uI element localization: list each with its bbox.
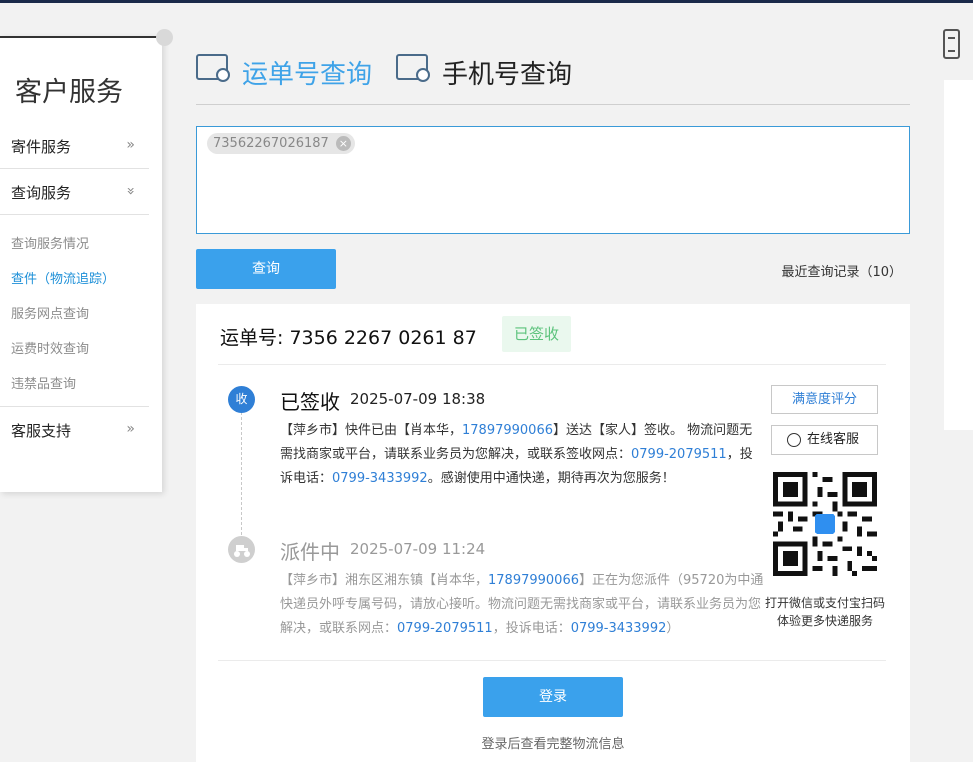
sidebar-item-cs-support[interactable]: 客服支持 »	[0, 406, 149, 452]
qr-caption-line: 体验更多快递服务	[776, 614, 873, 628]
outlet-phone-link[interactable]: 0799-2079511	[631, 447, 727, 462]
timeline-dot-signed: 收	[228, 386, 255, 413]
sidebar-sub-query-status[interactable]: 查询服务情况	[11, 233, 89, 252]
outlet-phone-link[interactable]: 0799-2079511	[397, 621, 493, 636]
courier-phone-link[interactable]: 17897990066	[462, 423, 553, 438]
waybill-input-area[interactable]: 73562267026187 ×	[196, 126, 910, 234]
sidebar-sub-track-package[interactable]: 查件（物流追踪）	[11, 268, 115, 287]
card-divider	[218, 660, 886, 661]
chevron-right-icon: »	[126, 137, 135, 153]
sidebar-title: 客户服务	[15, 77, 123, 108]
waybill-label: 运单号:	[220, 327, 284, 349]
event-title: 派件中	[280, 540, 340, 564]
waybill-chip: 73562267026187 ×	[207, 133, 355, 154]
event-title: 已签收	[280, 390, 340, 414]
sidebar-collapse-handle[interactable]	[156, 29, 173, 46]
courier-phone-link[interactable]: 17897990066	[488, 573, 579, 588]
complaint-phone-link[interactable]: 0799-3433992	[332, 471, 428, 486]
sidebar-sub-prohibited-query[interactable]: 违禁品查询	[11, 373, 76, 392]
top-accent-bar	[0, 0, 973, 3]
event-time: 2025-07-09 11:24	[350, 540, 486, 558]
satisfaction-rating-button[interactable]: 满意度评分	[771, 385, 878, 414]
sidebar-item-label: 寄件服务	[11, 138, 72, 156]
sidebar-sub-fee-time-query[interactable]: 运费时效查询	[11, 338, 89, 357]
tab-label: 手机号查询	[442, 60, 573, 90]
remove-chip-icon[interactable]: ×	[335, 136, 351, 151]
online-service-label: 在线客服	[807, 432, 860, 447]
right-side-panel	[944, 80, 973, 430]
qr-code-icon	[773, 472, 877, 576]
status-badge: 已签收	[502, 316, 571, 352]
package-search-icon	[196, 54, 230, 82]
desc-text: 【萍乡市】湘东区湘东镇【肖本华，	[280, 573, 489, 588]
login-note: 登录后查看完整物流信息	[481, 737, 625, 752]
chevron-down-icon: »	[122, 186, 139, 196]
card-divider	[218, 364, 886, 365]
event-description: 【萍乡市】快件已由【肖本华，17897990066】送达【家人】签收。 物流问题…	[280, 419, 764, 491]
sidebar-item-query-service[interactable]: 查询服务 »	[0, 169, 149, 215]
sidebar-item-label: 客服支持	[11, 422, 72, 440]
desc-text: ，投诉电话：	[492, 621, 571, 636]
qr-caption: 打开微信或支付宝扫码 体验更多快递服务	[756, 594, 894, 630]
result-card: 运单号: 7356 2267 0261 87 已签收 收 已签收 2025-07…	[196, 304, 910, 762]
desc-text: ）	[666, 621, 680, 636]
qr-caption-line: 打开微信或支付宝扫码	[764, 596, 885, 610]
header-divider	[196, 104, 910, 105]
online-service-button[interactable]: 在线客服	[771, 425, 878, 455]
package-search-icon	[396, 54, 430, 82]
chat-bubble-icon	[787, 433, 801, 447]
recent-queries-link[interactable]: 最近查询记录（10）	[781, 261, 902, 280]
timeline-line	[241, 412, 242, 540]
waybill-number: 7356 2267 0261 87	[289, 327, 477, 349]
sidebar: 客户服务 寄件服务 » 查询服务 » 查询服务情况 查件（物流追踪） 服务网点查…	[0, 36, 165, 492]
delivery-scooter-icon	[228, 536, 255, 563]
desc-text: 【萍乡市】快件已由【肖本华，	[280, 423, 463, 438]
waybill-heading: 运单号: 7356 2267 0261 87	[220, 323, 477, 350]
event-description: 【萍乡市】湘东区湘东镇【肖本华，17897990066】正在为您派件（95720…	[280, 569, 764, 641]
chevron-right-icon: »	[126, 421, 135, 437]
event-time: 2025-07-09 18:38	[350, 390, 486, 408]
complaint-phone-link[interactable]: 0799-3433992	[571, 621, 667, 636]
mobile-phone-icon[interactable]	[943, 29, 960, 59]
query-button[interactable]: 查询	[196, 249, 336, 289]
waybill-chip-value: 73562267026187	[213, 136, 329, 151]
sidebar-sub-outlet-query[interactable]: 服务网点查询	[11, 303, 89, 322]
sidebar-item-send-service[interactable]: 寄件服务 »	[0, 123, 149, 169]
desc-text: 。感谢使用中通快递，期待再次为您服务！	[427, 471, 675, 486]
sidebar-item-label: 查询服务	[11, 184, 72, 202]
login-button[interactable]: 登录	[483, 677, 623, 717]
tab-label: 运单号查询	[242, 60, 373, 90]
